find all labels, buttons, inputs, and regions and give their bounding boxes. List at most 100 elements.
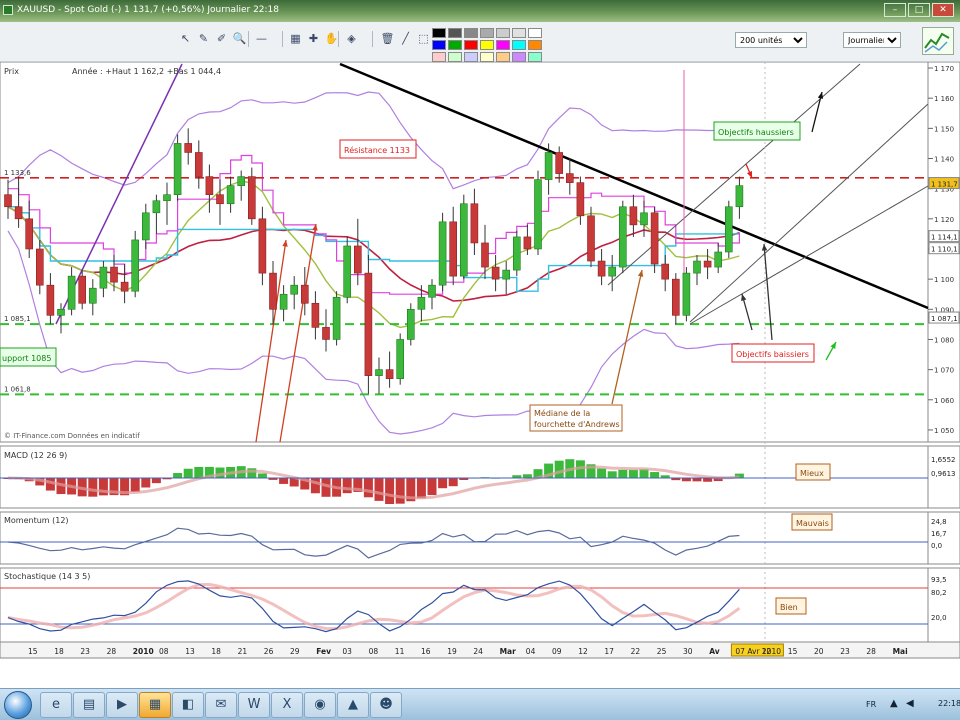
mediane-label-2: fourchette d'Andrews xyxy=(534,420,620,429)
price-tag-label: 1 114,1 xyxy=(931,234,958,242)
x-tick-label: 15 xyxy=(788,647,798,656)
chart-thumbnail-icon[interactable] xyxy=(922,27,954,55)
explorer-icon[interactable]: ◧ xyxy=(172,692,204,718)
candle-body xyxy=(343,245,352,298)
subpanel-tag: 16,7 xyxy=(931,530,947,538)
color-swatch[interactable] xyxy=(528,52,542,62)
taskbar-clock[interactable]: 22:18 xyxy=(938,699,960,708)
trash-icon[interactable]: 🗑 xyxy=(380,31,395,46)
x-tick-label: 21 xyxy=(238,647,248,656)
hline-icon[interactable]: — xyxy=(254,31,269,46)
media-icon[interactable]: ▶ xyxy=(106,692,138,718)
color-swatch[interactable] xyxy=(448,40,462,50)
x-tick-label: Av xyxy=(709,647,720,656)
x-tick-label: 13 xyxy=(185,647,195,656)
chart-app-icon[interactable]: ▦ xyxy=(139,692,171,718)
macd-bar xyxy=(554,460,564,478)
network-icon[interactable]: ▲ xyxy=(890,698,898,709)
y-tick-label: 1 070 xyxy=(934,367,954,375)
chart-canvas[interactable]: 1 133,6 1 085,1 1 061,8 1 170 1 160 1 150 1 1… xyxy=(0,62,960,688)
select-icon[interactable]: ⬚ xyxy=(416,31,431,46)
crosshair-icon[interactable]: ✚ xyxy=(306,31,321,46)
color-swatch[interactable] xyxy=(464,28,478,38)
candle-body xyxy=(438,221,447,286)
color-swatch[interactable] xyxy=(480,40,494,50)
color-swatch[interactable] xyxy=(464,52,478,62)
pen-icon[interactable]: ✐ xyxy=(214,31,229,46)
x-tick-label: 19 xyxy=(447,647,457,656)
minimize-button[interactable]: – xyxy=(884,3,906,17)
color-swatch[interactable] xyxy=(512,28,526,38)
color-swatch[interactable] xyxy=(496,52,510,62)
candle-body xyxy=(205,176,214,195)
color-swatch[interactable] xyxy=(528,40,542,50)
candle-body xyxy=(714,251,723,268)
volume-icon[interactable]: ◀ xyxy=(906,698,914,709)
lang-indicator[interactable]: FR xyxy=(866,700,876,709)
pencil-icon[interactable]: ✎ xyxy=(196,31,211,46)
candle-body xyxy=(417,296,426,310)
candle-body xyxy=(682,272,691,316)
momentum-annotation: Mauvais xyxy=(791,513,833,531)
word-icon[interactable]: W xyxy=(238,692,270,718)
player-icon[interactable]: ◉ xyxy=(304,692,336,718)
fill-icon[interactable]: ◈ xyxy=(344,31,359,46)
macd-bar xyxy=(427,478,437,495)
period-select[interactable]: Journalier xyxy=(843,32,901,48)
color-swatch[interactable] xyxy=(432,28,446,38)
candle-body xyxy=(258,218,267,274)
start-button[interactable] xyxy=(4,691,32,719)
candle-body xyxy=(173,143,182,195)
color-swatch[interactable] xyxy=(480,28,494,38)
toolbar-separator xyxy=(372,31,373,47)
macd-bar xyxy=(385,478,395,504)
color-swatch[interactable] xyxy=(496,28,510,38)
x-tick-label: 16 xyxy=(421,647,431,656)
macd-bar xyxy=(597,468,607,478)
color-swatch[interactable] xyxy=(512,52,526,62)
color-swatch[interactable] xyxy=(432,52,446,62)
close-button[interactable]: ✕ xyxy=(932,3,954,17)
units-select[interactable]: 200 unités xyxy=(735,32,807,48)
line-icon[interactable]: ╱ xyxy=(398,31,413,46)
y-tick-label: 1 060 xyxy=(934,397,954,405)
macd-bar xyxy=(448,478,458,487)
candle-body xyxy=(724,206,733,253)
color-swatch[interactable] xyxy=(496,40,510,50)
candle-body xyxy=(491,266,500,280)
folder-icon[interactable]: ▤ xyxy=(73,692,105,718)
hand-icon[interactable]: ✋ xyxy=(324,31,339,46)
macd-bar xyxy=(151,478,161,484)
candle-body xyxy=(353,245,362,274)
stoch-annotation: Bien xyxy=(775,597,807,615)
mail-icon[interactable]: ✉ xyxy=(205,692,237,718)
chart-area[interactable]: 1 133,6 1 085,1 1 061,8 1 170 1 160 1 150 1 1… xyxy=(0,62,960,688)
color-swatch[interactable] xyxy=(512,40,526,50)
color-swatch[interactable] xyxy=(464,40,478,50)
candle-body xyxy=(99,266,108,289)
candle-body xyxy=(322,327,330,340)
ie-icon[interactable]: e xyxy=(40,692,72,718)
maximize-button[interactable]: □ xyxy=(908,3,930,17)
stoch-annotation-label: Bien xyxy=(780,603,798,612)
candle-body xyxy=(248,176,256,220)
color-swatch[interactable] xyxy=(480,52,494,62)
mediane-annotation: Médiane de la fourchette d'Andrews xyxy=(529,404,623,432)
macd-bar xyxy=(639,469,649,478)
macd-bar xyxy=(607,471,617,478)
print-icon[interactable]: ▦ xyxy=(288,31,303,46)
vlc-icon[interactable]: ▲ xyxy=(337,692,369,718)
color-swatch[interactable] xyxy=(528,28,542,38)
cursor-icon[interactable]: ↖ xyxy=(178,31,193,46)
color-swatch[interactable] xyxy=(448,52,462,62)
zoom-icon[interactable]: 🔍 xyxy=(232,31,247,46)
candle-body xyxy=(300,284,309,304)
messenger-icon[interactable]: ☻ xyxy=(370,692,402,718)
excel-icon[interactable]: X xyxy=(271,692,303,718)
x-tick-label: 23 xyxy=(840,647,850,656)
color-swatch[interactable] xyxy=(448,28,462,38)
x-tick-label: 28 xyxy=(866,647,876,656)
y-tick-label: 1 170 xyxy=(934,65,954,73)
candle-body xyxy=(661,263,670,280)
color-swatch[interactable] xyxy=(432,40,446,50)
